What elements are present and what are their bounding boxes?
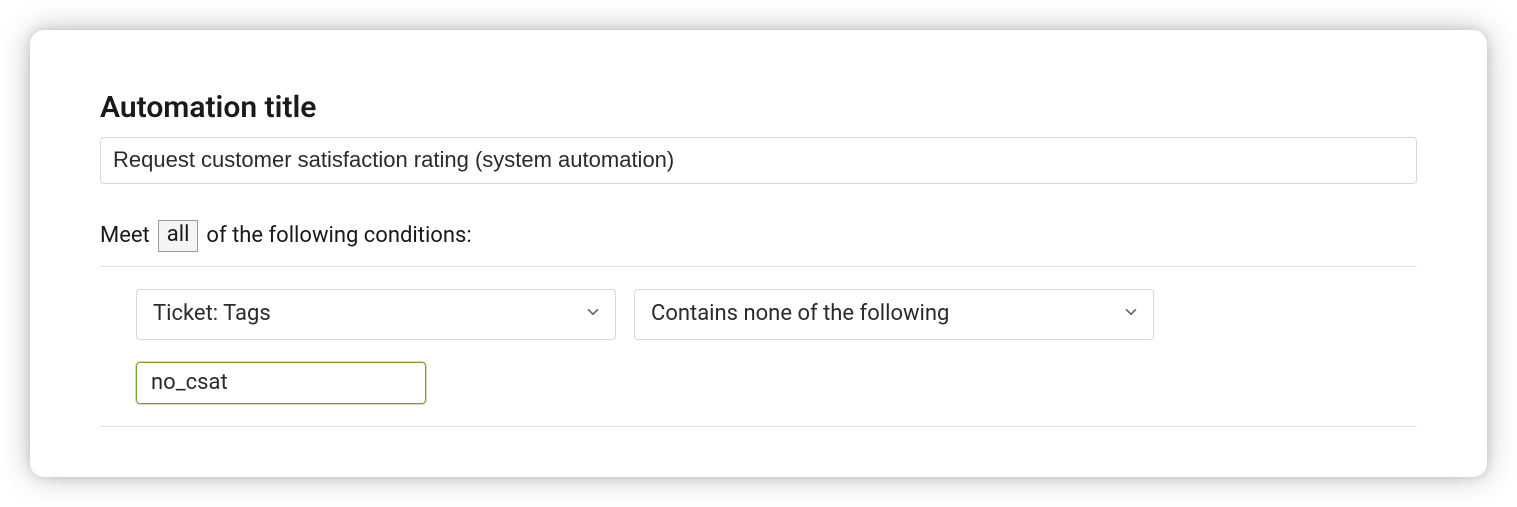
automation-title-label: Automation title bbox=[100, 90, 1417, 125]
match-mode-selector[interactable]: all bbox=[158, 220, 199, 253]
condition-rows: Ticket: Tags Contains none of the follow… bbox=[100, 267, 1417, 427]
condition-operator-wrap: Contains none of the following bbox=[634, 289, 1154, 340]
conditions-header: Meet all of the following conditions: bbox=[100, 220, 1417, 268]
condition-row: Ticket: Tags Contains none of the follow… bbox=[136, 289, 1417, 340]
conditions-prefix: Meet bbox=[100, 223, 150, 248]
condition-field-select[interactable]: Ticket: Tags bbox=[136, 289, 616, 340]
condition-value-input[interactable]: no_csat bbox=[136, 362, 426, 405]
automation-title-input[interactable] bbox=[100, 137, 1417, 184]
conditions-suffix: of the following conditions: bbox=[206, 223, 471, 248]
automation-card: Automation title Meet all of the followi… bbox=[30, 30, 1487, 477]
condition-field-wrap: Ticket: Tags bbox=[136, 289, 616, 340]
condition-operator-select[interactable]: Contains none of the following bbox=[634, 289, 1154, 340]
